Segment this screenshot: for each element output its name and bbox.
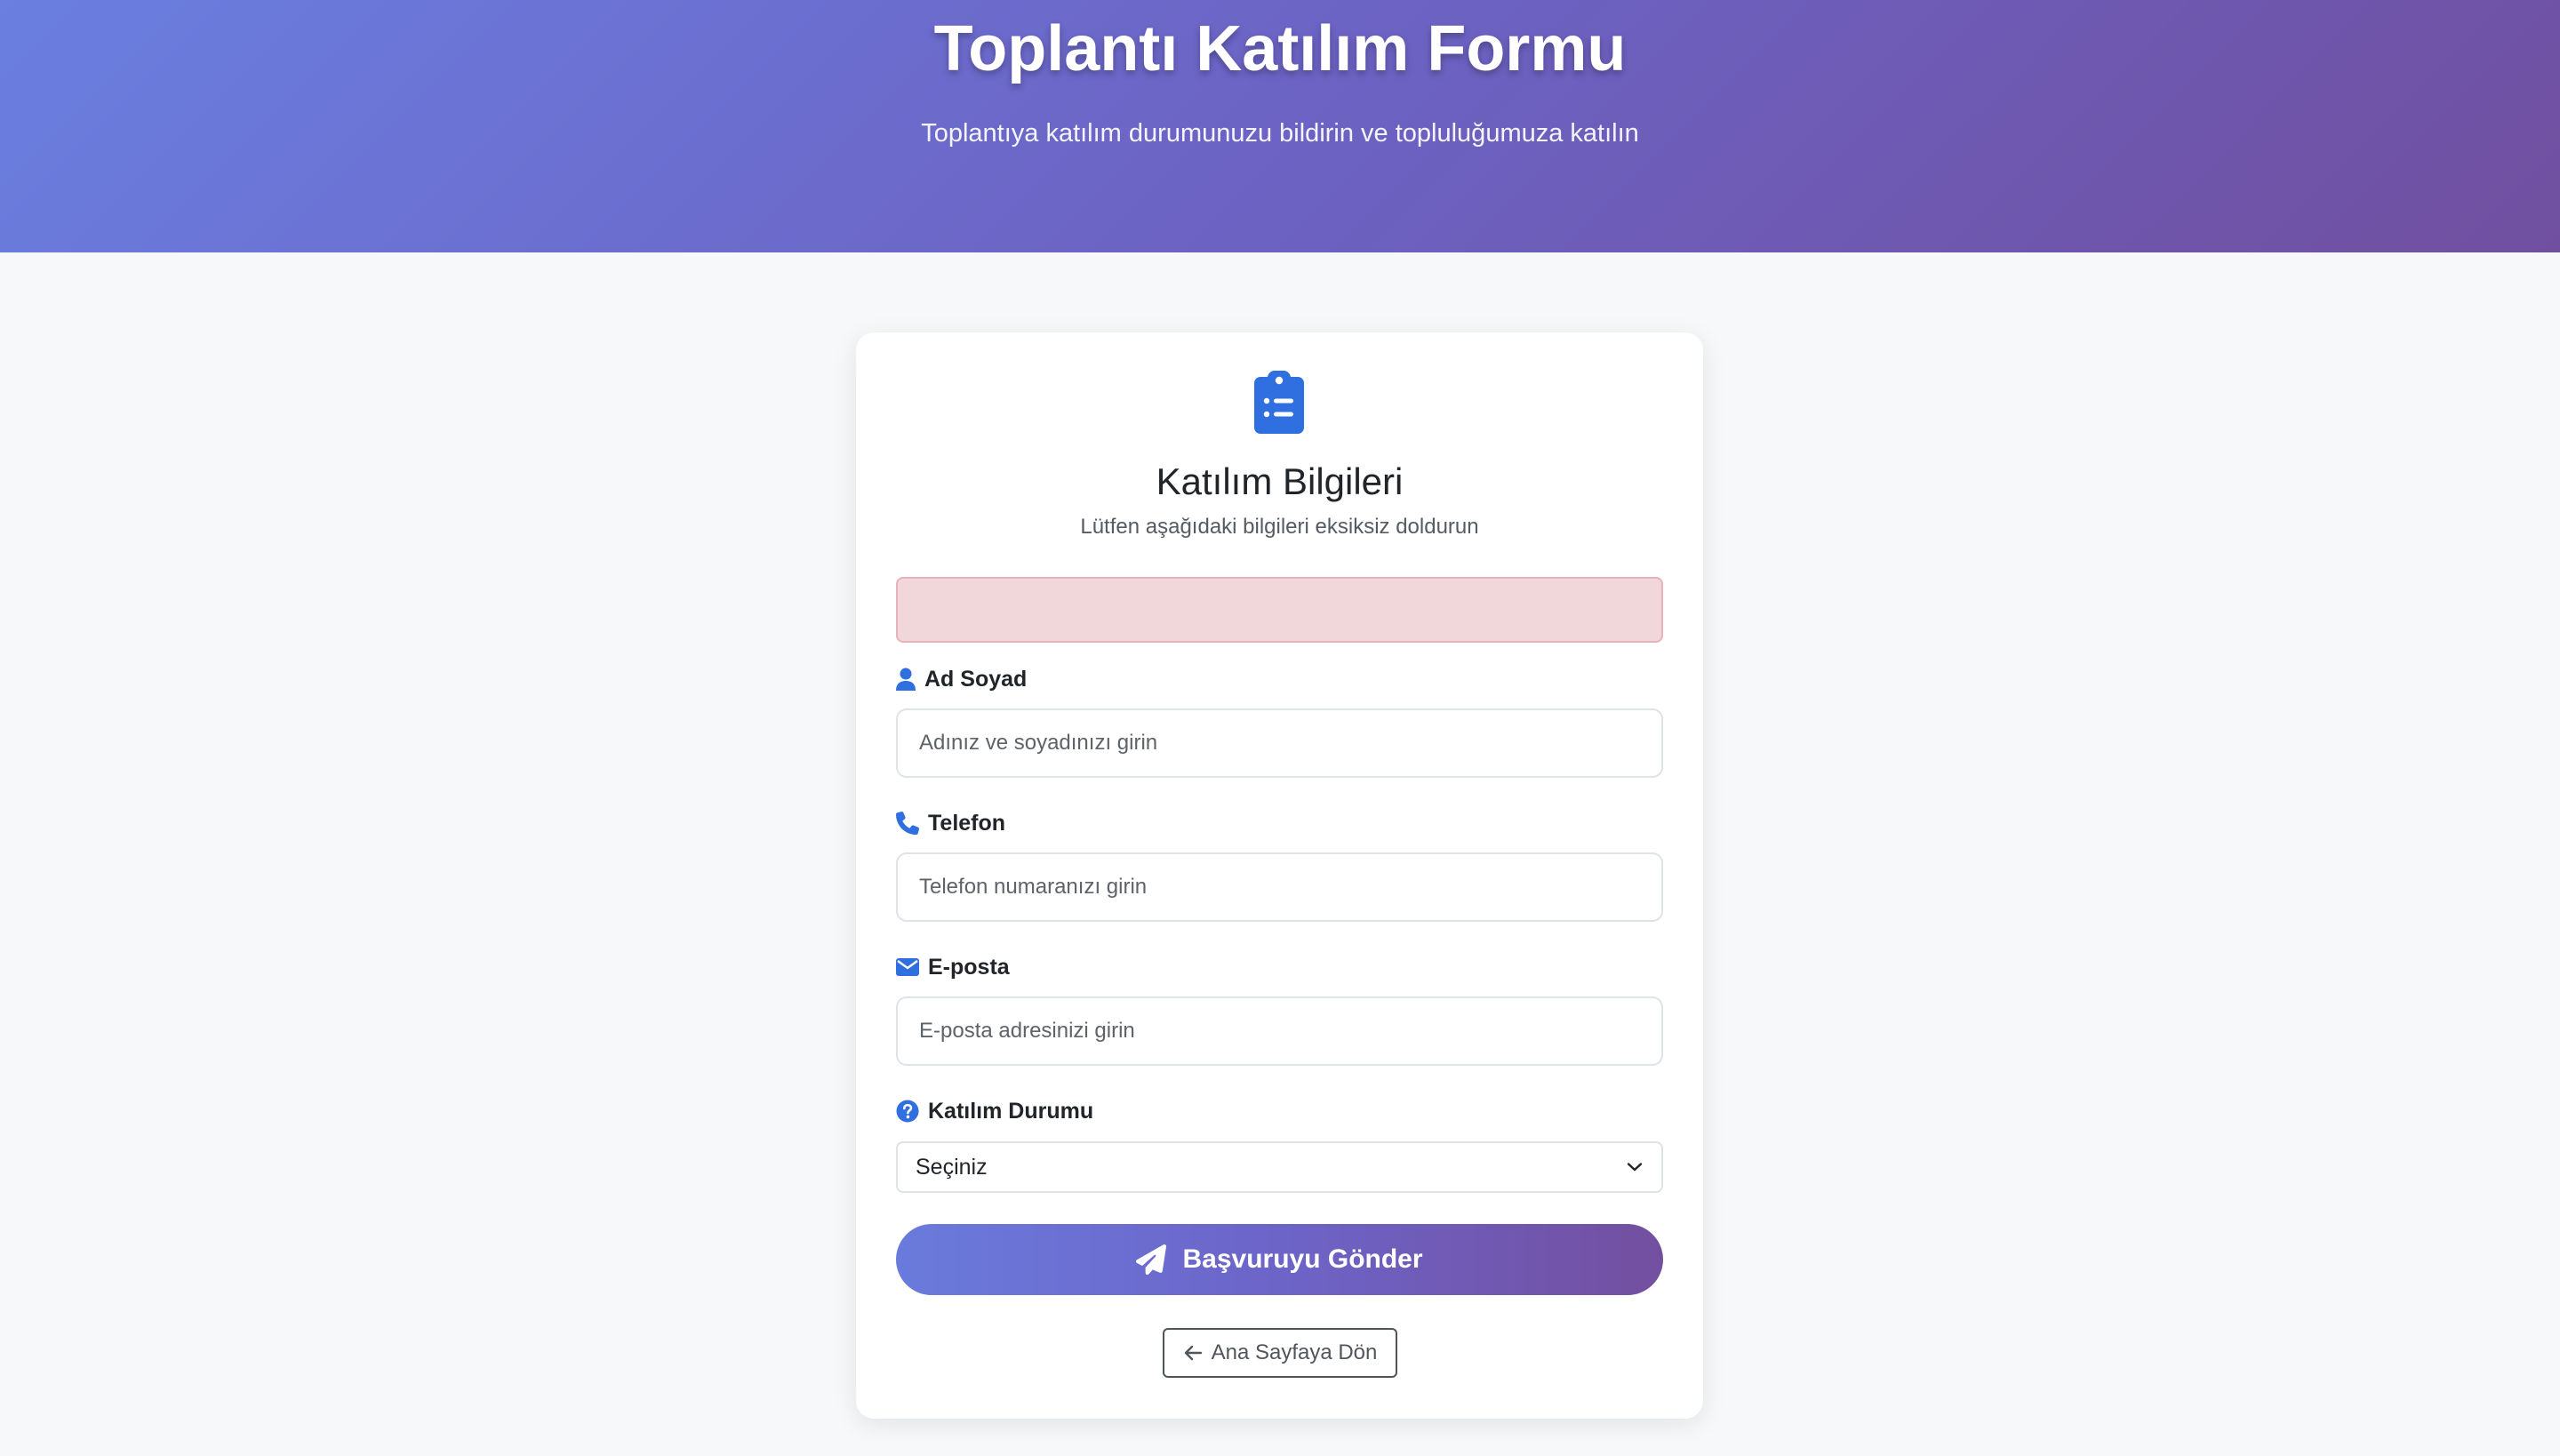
- status-label: Katılım Durumu: [896, 1095, 1093, 1127]
- name-label-text: Ad Soyad: [924, 666, 1028, 692]
- back-to-home-button[interactable]: Ana Sayfaya Dön: [1163, 1328, 1397, 1378]
- envelope-icon: [896, 958, 919, 976]
- page-title: Toplantı Katılım Formu: [933, 13, 1627, 84]
- card-subtitle: Lütfen aşağıdaki bilgileri eksiksiz dold…: [1080, 515, 1479, 539]
- name-label: Ad Soyad: [896, 663, 1027, 695]
- status-select-value: Seçiniz: [916, 1154, 988, 1180]
- email-label: E-posta: [896, 951, 1010, 983]
- submit-button[interactable]: Başvuruyu Gönder: [896, 1224, 1663, 1295]
- status-label-text: Katılım Durumu: [928, 1098, 1094, 1124]
- paper-plane-icon: [1136, 1244, 1167, 1275]
- phone-label-text: Telefon: [928, 810, 1006, 836]
- phone-input[interactable]: [896, 852, 1663, 922]
- status-select[interactable]: Seçiniz: [896, 1141, 1663, 1193]
- email-label-text: E-posta: [928, 954, 1010, 980]
- email-input[interactable]: [896, 996, 1663, 1066]
- error-alert: [896, 577, 1663, 643]
- chevron-down-icon: [1627, 1163, 1643, 1172]
- phone-label: Telefon: [896, 807, 1005, 839]
- page-subtitle: Toplantıya katılım durumunuzu bildirin v…: [921, 119, 1639, 148]
- clipboard-list-icon: [1254, 371, 1304, 434]
- arrow-left-icon: [1184, 1345, 1202, 1361]
- question-circle-icon: [896, 1100, 919, 1123]
- user-icon: [896, 668, 916, 691]
- phone-icon: [896, 812, 919, 835]
- name-input[interactable]: [896, 708, 1663, 778]
- back-button-label: Ana Sayfaya Dön: [1211, 1340, 1378, 1364]
- page-header: Toplantı Katılım Formu Toplantıya katılı…: [0, 0, 2560, 252]
- submit-button-label: Başvuruyu Gönder: [1182, 1244, 1423, 1274]
- card-title: Katılım Bilgileri: [1156, 460, 1404, 502]
- form-card: Katılım Bilgileri Lütfen aşağıdaki bilgi…: [856, 332, 1703, 1419]
